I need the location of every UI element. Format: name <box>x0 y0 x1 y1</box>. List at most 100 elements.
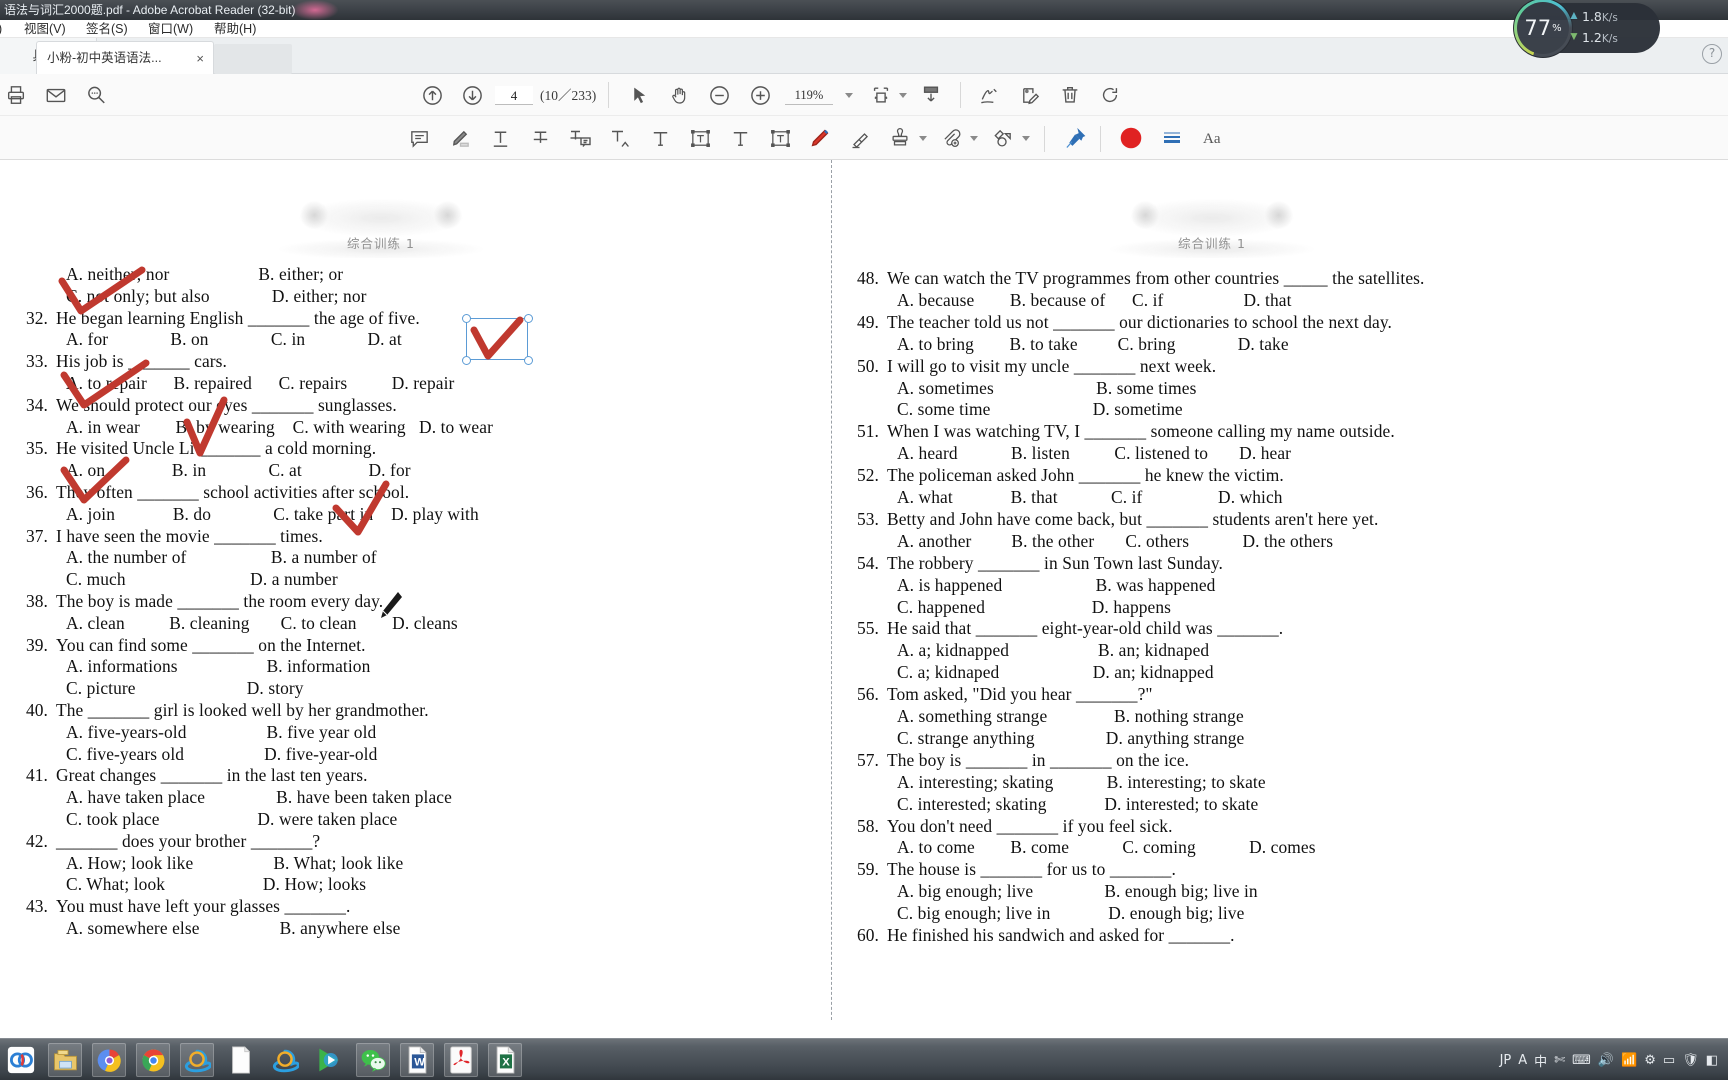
excel-icon[interactable]: X <box>488 1043 522 1077</box>
printer-icon[interactable] <box>0 74 32 116</box>
minus-circle-icon[interactable] <box>702 74 736 116</box>
menu-item-sign[interactable]: 签名(S) <box>86 20 128 38</box>
tray-icon-show-desktop[interactable]: ◧ <box>1706 1053 1718 1068</box>
option-line: A. something strange B. nothing strange <box>845 706 1605 728</box>
arrow-up-circle-icon[interactable] <box>415 74 449 116</box>
wechat-icon[interactable] <box>356 1043 390 1077</box>
line-text: A. to bring B. to take C. bring D. take <box>897 333 1289 354</box>
360-browser-icon[interactable] <box>4 1043 38 1077</box>
question-number: 38. <box>25 591 48 611</box>
stamp-icon[interactable] <box>884 116 916 160</box>
highlighter-icon[interactable] <box>443 116 477 160</box>
zoom-level-value[interactable]: 119% <box>785 86 833 105</box>
comment-balloon-icon[interactable] <box>402 116 436 160</box>
menu-item-help[interactable]: 帮助(H) <box>214 20 256 38</box>
line-text: A. join B. do C. take part in D. play wi… <box>66 503 479 524</box>
arrow-down-circle-icon[interactable] <box>455 74 489 116</box>
tab-document[interactable]: 小粉-初中英语语法... × <box>36 41 214 74</box>
internet-explorer-window-icon[interactable] <box>268 1043 302 1077</box>
tray-icon-display[interactable]: ▭ <box>1663 1053 1675 1068</box>
trash-icon[interactable] <box>1053 74 1087 116</box>
tray-icon-a[interactable]: A <box>1518 1053 1527 1068</box>
tray-icon-security[interactable]: 🛡 <box>1682 1053 1699 1068</box>
text-replace-note-icon[interactable] <box>563 116 597 160</box>
chrome-icon[interactable] <box>136 1043 170 1077</box>
menu-item-truncated[interactable]: ) <box>0 20 2 38</box>
line-text: C. some time D. sometime <box>897 399 1183 420</box>
rotate-icon[interactable] <box>1093 74 1127 116</box>
tray-icon-keyboard[interactable]: ⌨ <box>1572 1053 1591 1068</box>
menu-item-view[interactable]: 视图(V) <box>24 20 66 38</box>
page-header-ornament: 综合训练 1 <box>1073 184 1351 258</box>
line-text: A. on B. in C. at D. for <box>66 460 411 481</box>
tray-icon-settings[interactable]: ⚙ <box>1644 1053 1656 1068</box>
line-thickness-icon[interactable] <box>1155 116 1189 160</box>
help-button[interactable]: ? <box>1702 44 1722 64</box>
option-line: A. to come B. come C. coming D. comes <box>845 837 1605 859</box>
text-box-icon[interactable] <box>683 116 717 160</box>
attach-file-icon[interactable] <box>934 116 966 160</box>
tray-icon-ime-chinese[interactable]: 中 <box>1534 1051 1547 1070</box>
ime-indicator[interactable]: JP <box>1500 1053 1512 1068</box>
page-header-caption: 综合训练 1 <box>347 236 415 251</box>
line-text: A. in wear B. by wearing C. with wearing… <box>66 416 493 437</box>
pencil-draw-icon[interactable] <box>803 116 837 160</box>
text-underline-icon[interactable] <box>483 116 517 160</box>
resize-handle-bottom-right[interactable] <box>524 356 533 365</box>
file-explorer-icon[interactable] <box>48 1043 82 1077</box>
menu-item-window[interactable]: 窗口(W) <box>148 20 193 38</box>
internet-explorer-icon[interactable] <box>180 1043 214 1077</box>
hand-icon[interactable] <box>662 74 696 116</box>
toolbar-separator <box>1044 126 1045 152</box>
chevron-down-icon[interactable] <box>1018 116 1034 160</box>
chrome-canary-icon[interactable] <box>92 1043 126 1077</box>
chevron-down-icon[interactable] <box>840 74 858 116</box>
pin-icon[interactable] <box>1058 116 1092 160</box>
question-line: 60. He finished his sandwich and asked fo… <box>845 925 1605 947</box>
tray-icon-volume[interactable]: 🔊 <box>1598 1053 1614 1068</box>
fit-page-icon[interactable] <box>866 74 896 116</box>
cursor-arrow-icon[interactable] <box>622 74 656 116</box>
sign-pen-icon[interactable] <box>972 74 1006 116</box>
magnifier-icon[interactable] <box>80 74 112 116</box>
close-icon[interactable]: × <box>196 42 204 74</box>
resize-handle-bottom-left[interactable] <box>462 356 471 365</box>
red-color-circle-icon[interactable] <box>1114 116 1148 160</box>
tray-icon-network[interactable]: 📶 <box>1621 1053 1637 1068</box>
envelope-icon[interactable] <box>40 74 72 116</box>
option-line: A. to repair B. repaired C. repairs D. r… <box>14 373 774 395</box>
scroll-mode-icon[interactable] <box>915 74 947 116</box>
option-line: A. on B. in C. at D. for <box>14 460 774 482</box>
chevron-down-icon[interactable] <box>915 116 931 160</box>
resize-handle-top-right[interactable] <box>524 314 533 323</box>
text-insert-caret-icon[interactable] <box>603 116 637 160</box>
word-icon[interactable]: W <box>400 1043 434 1077</box>
text-box-icon[interactable] <box>763 116 797 160</box>
page-number-input[interactable]: 4 <box>495 86 533 105</box>
selected-ink-annotation-box[interactable] <box>466 318 528 360</box>
add-text-icon[interactable] <box>643 116 677 160</box>
notepad-document-icon[interactable] <box>224 1043 258 1077</box>
resize-handle-top-left[interactable] <box>462 314 471 323</box>
eraser-icon[interactable] <box>843 116 877 160</box>
shape-tool-icon[interactable] <box>986 116 1018 160</box>
pdf-document-view[interactable]: 综合训练 1 A. neither; nor B. either; or C. n… <box>0 160 1728 1045</box>
network-monitor-widget[interactable]: 77% ▲ 1.8K/s ▼ 1.2K/s <box>1517 2 1660 54</box>
pdf-page-right: 综合训练 1 48. We can watch the TV programmes… <box>845 160 1605 1045</box>
font-Aa-icon[interactable]: Aa <box>1197 116 1231 160</box>
svg-text:Aa: Aa <box>1203 131 1221 147</box>
fill-and-sign-icon[interactable] <box>1013 74 1047 116</box>
chevron-down-icon[interactable] <box>895 74 911 116</box>
question-number: 32. <box>25 307 48 328</box>
plus-circle-icon[interactable] <box>743 74 777 116</box>
system-tray[interactable]: JP A 中 ✄ ⌨ 🔊 📶 ⚙ ▭ 🛡 ◧ <box>1500 1039 1724 1081</box>
question-line: 34. We should protect our eyes _______ su… <box>14 395 774 417</box>
option-line: A. because B. because of C. if D. that <box>845 290 1605 312</box>
acrobat-reader-icon[interactable] <box>444 1043 478 1077</box>
add-text-icon[interactable] <box>723 116 757 160</box>
tray-icon-snip[interactable]: ✄ <box>1554 1053 1565 1068</box>
potplayer-icon[interactable] <box>312 1043 346 1077</box>
text-strikethrough-icon[interactable] <box>523 116 557 160</box>
line-text: They often _______ school activities aft… <box>56 482 410 502</box>
chevron-down-icon[interactable] <box>966 116 982 160</box>
